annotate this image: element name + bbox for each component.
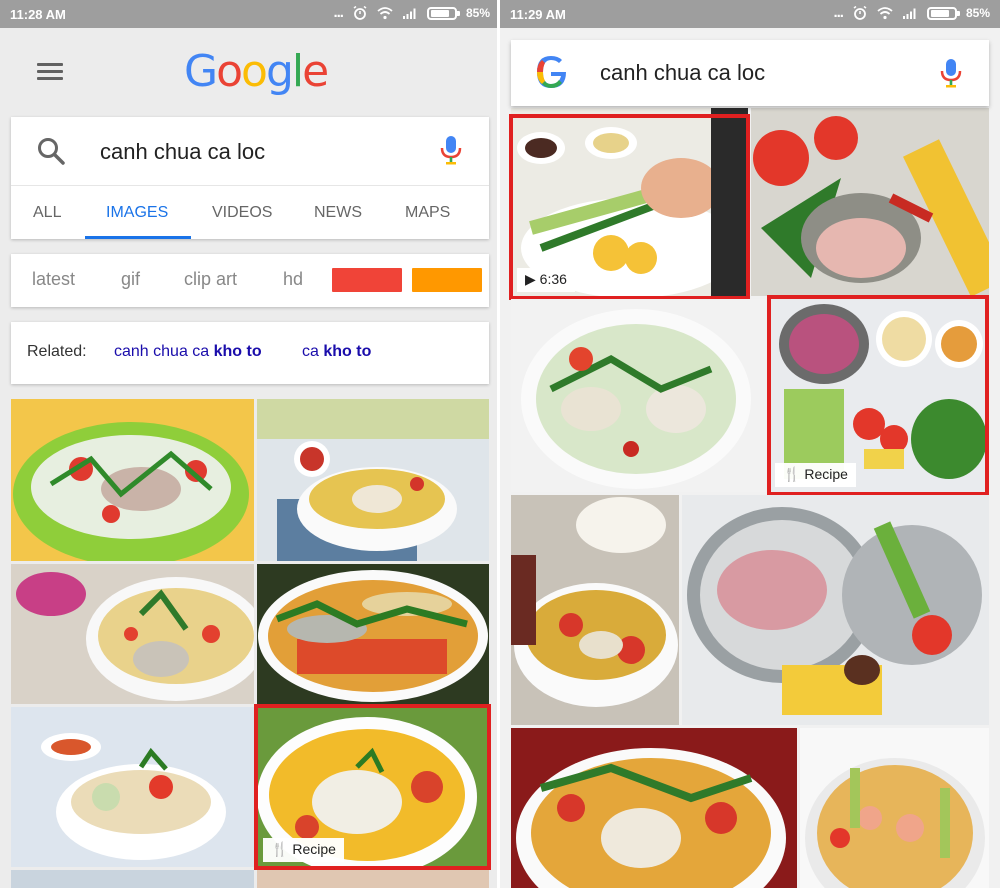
color-chip-red[interactable] <box>332 268 402 292</box>
result-image[interactable] <box>11 707 254 867</box>
google-g-icon[interactable] <box>531 52 571 92</box>
left-screenshot: 11:28 AM ... 85% Google canh chua ca loc… <box>0 0 500 888</box>
active-tab-indicator <box>85 236 191 239</box>
result-image[interactable] <box>682 495 989 725</box>
related-label: Related: <box>27 343 87 360</box>
microphone-icon[interactable] <box>940 58 962 88</box>
play-icon: ▶ <box>525 271 536 287</box>
fork-knife-icon: 🍴 <box>271 841 289 857</box>
right-screenshot: 11:29 AM ... 85% ▶ 6:36 🍴 Recipe canh ch… <box>500 0 1000 888</box>
status-bar: 11:28 AM ... 85% <box>0 0 500 28</box>
recipe-badge-label: Recipe <box>292 841 336 857</box>
microphone-icon[interactable] <box>440 135 462 165</box>
recipe-badge: 🍴 Recipe <box>775 463 856 487</box>
alarm-icon <box>353 6 367 20</box>
related-link-1[interactable]: canh chua ca kho to <box>114 343 262 361</box>
search-icon[interactable] <box>36 136 66 166</box>
result-image[interactable] <box>511 728 797 888</box>
recipe-badge-label: Recipe <box>804 466 848 482</box>
notification-dots-icon: ... <box>333 4 343 21</box>
menu-icon[interactable] <box>37 63 63 81</box>
wifi-icon <box>877 7 893 20</box>
search-input[interactable]: canh chua ca loc <box>100 139 265 165</box>
result-image-picture <box>11 399 254 561</box>
result-image[interactable]: ▶ 6:36 <box>511 108 748 297</box>
result-image[interactable] <box>751 108 989 296</box>
related-link-2[interactable]: ca kho to <box>302 343 371 361</box>
wifi-icon <box>377 7 393 20</box>
result-image-picture <box>257 564 489 704</box>
recipe-badge: 🍴 Recipe <box>263 838 344 862</box>
result-image[interactable] <box>257 399 489 561</box>
search-card: canh chua ca loc ALL IMAGES VIDEOS NEWS … <box>11 117 489 239</box>
result-image[interactable] <box>11 399 254 561</box>
result-image-picture <box>751 108 989 296</box>
search-tabs: ALL IMAGES VIDEOS NEWS MAPS <box>11 185 489 239</box>
result-image[interactable] <box>800 728 989 888</box>
video-duration: 6:36 <box>539 271 567 287</box>
color-chip-orange[interactable] <box>412 268 482 292</box>
tab-images[interactable]: IMAGES <box>106 204 168 222</box>
battery-percent: 85% <box>965 6 990 20</box>
status-bar: 11:29 AM ... 85% <box>500 0 1000 28</box>
result-image[interactable] <box>11 870 254 888</box>
battery-percent: 85% <box>465 6 490 20</box>
result-image-picture <box>257 399 489 561</box>
battery-icon <box>926 6 960 20</box>
tab-maps[interactable]: MAPS <box>405 204 450 222</box>
video-badge: ▶ 6:36 <box>517 268 575 292</box>
chip-hd[interactable]: hd <box>283 269 303 290</box>
result-image-picture <box>800 728 989 888</box>
related-searches: Related: canh chua ca kho to ca kho to <box>11 322 489 384</box>
notification-dots-icon: ... <box>833 4 843 21</box>
result-image-picture <box>511 299 766 492</box>
result-image[interactable] <box>511 495 679 725</box>
alarm-icon <box>853 6 867 20</box>
search-input[interactable]: canh chua ca loc <box>600 60 765 86</box>
status-time: 11:28 AM <box>10 7 66 22</box>
result-image-picture <box>11 707 254 867</box>
result-image[interactable] <box>257 564 489 704</box>
tab-videos[interactable]: VIDEOS <box>212 204 272 222</box>
tab-news[interactable]: NEWS <box>314 204 362 222</box>
filter-chips: latest gif clip art hd <box>11 254 489 307</box>
result-image-picture <box>511 495 679 725</box>
chip-latest[interactable]: latest <box>32 269 75 290</box>
status-time: 11:29 AM <box>510 7 566 22</box>
result-image[interactable] <box>511 299 766 492</box>
signal-icon <box>902 8 916 19</box>
result-image-picture <box>11 564 254 704</box>
result-image-picture <box>511 728 797 888</box>
chip-gif[interactable]: gif <box>121 269 140 290</box>
result-image[interactable]: 🍴 Recipe <box>769 299 989 492</box>
search-bar: canh chua ca loc <box>511 40 989 106</box>
result-image[interactable] <box>257 870 489 888</box>
chip-clip-art[interactable]: clip art <box>184 269 237 290</box>
battery-icon <box>426 6 460 20</box>
tab-all[interactable]: ALL <box>33 204 61 222</box>
google-logo[interactable]: Google <box>184 46 329 97</box>
result-image[interactable]: 🍴 Recipe <box>257 707 489 867</box>
signal-icon <box>402 8 416 19</box>
fork-knife-icon: 🍴 <box>783 466 801 482</box>
result-image[interactable] <box>11 564 254 704</box>
result-image-picture <box>682 495 989 725</box>
